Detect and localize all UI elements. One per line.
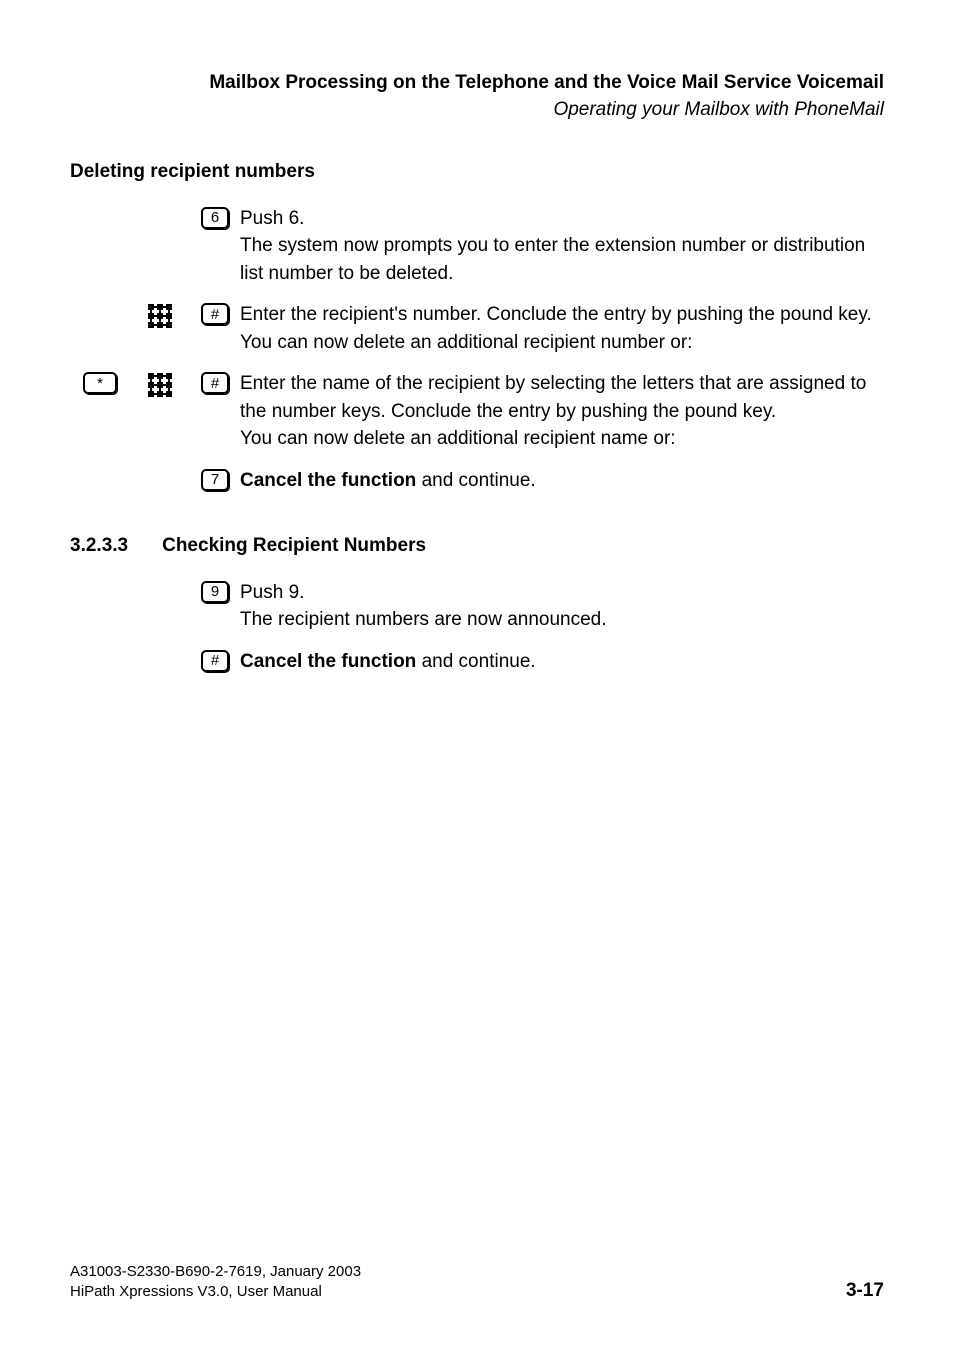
instruction-row: # Enter the recipient's number. Conclude…: [70, 301, 884, 356]
keycap-pound: #: [201, 303, 229, 325]
instruction-row: 7 Cancel the function and continue.: [70, 467, 884, 495]
footer-line1: A31003-S2330-B690-2-7619, January 2003: [70, 1262, 361, 1282]
col-mid: [130, 301, 190, 334]
body-text: The recipient numbers are now announced.: [240, 609, 607, 630]
tail-text: You can now delete an additional recipie…: [240, 428, 676, 449]
keycap-pound: #: [201, 650, 229, 672]
lead-text: Push 9.: [240, 582, 304, 603]
keycap-6: 6: [201, 207, 229, 229]
keycap-7: 7: [201, 469, 229, 491]
header-title: Mailbox Processing on the Telephone and …: [70, 70, 884, 97]
col-mid: [130, 205, 190, 207]
keycap-9: 9: [201, 581, 229, 603]
instruction-row: # Cancel the function and continue.: [70, 648, 884, 676]
after-text: and continue.: [416, 651, 535, 672]
col-left: [70, 467, 130, 469]
keypad-icon: [147, 372, 173, 403]
page: Mailbox Processing on the Telephone and …: [0, 0, 954, 1352]
footer-line2: HiPath Xpressions V3.0, User Manual: [70, 1282, 361, 1302]
page-footer: A31003-S2330-B690-2-7619, January 2003 H…: [70, 1262, 884, 1303]
instruction-row: 9 Push 9. The recipient numbers are now …: [70, 579, 884, 634]
page-number: 3-17: [846, 1280, 884, 1302]
instruction-text: Cancel the function and continue.: [240, 467, 884, 495]
body-text: Enter the name of the recipient by selec…: [240, 373, 866, 422]
col-left: [70, 301, 130, 303]
col-mid: [130, 467, 190, 469]
lead-text: Push 6.: [240, 208, 304, 229]
col-key: 9: [190, 579, 240, 603]
body-text: Enter the recipient's number. Conclude t…: [240, 304, 872, 325]
instruction-row: 6 Push 6. The system now prompts you to …: [70, 205, 884, 288]
bold-text: Cancel the function: [240, 470, 416, 491]
after-text: and continue.: [416, 470, 535, 491]
keycap-star: *: [83, 372, 117, 394]
col-key: 7: [190, 467, 240, 491]
col-key: #: [190, 370, 240, 394]
subsection-title: Checking Recipient Numbers: [162, 535, 426, 557]
bold-text: Cancel the function: [240, 651, 416, 672]
keypad-icon: [147, 303, 173, 334]
keycap-pound: #: [201, 372, 229, 394]
subsection-number: 3.2.3.3: [70, 535, 128, 557]
header-subtitle: Operating your Mailbox with PhoneMail: [70, 99, 884, 121]
col-key: #: [190, 648, 240, 672]
instruction-text: Push 6. The system now prompts you to en…: [240, 205, 884, 288]
page-header: Mailbox Processing on the Telephone and …: [70, 70, 884, 121]
col-mid: [130, 579, 190, 581]
instruction-text: Cancel the function and continue.: [240, 648, 884, 676]
col-mid: [130, 648, 190, 650]
footer-left: A31003-S2330-B690-2-7619, January 2003 H…: [70, 1262, 361, 1303]
instruction-row: * # Enter the name of the recipient by s…: [70, 370, 884, 453]
instruction-text: Enter the recipient's number. Conclude t…: [240, 301, 884, 356]
subsection-heading: 3.2.3.3 Checking Recipient Numbers: [70, 535, 884, 557]
col-key: #: [190, 301, 240, 325]
col-key: 6: [190, 205, 240, 229]
body-text: The system now prompts you to enter the …: [240, 235, 865, 284]
instruction-text: Push 9. The recipient numbers are now an…: [240, 579, 884, 634]
instruction-text: Enter the name of the recipient by selec…: [240, 370, 884, 453]
section-heading: Deleting recipient numbers: [70, 161, 884, 183]
tail-text: You can now delete an additional recipie…: [240, 332, 692, 353]
col-left: [70, 648, 130, 650]
col-mid: [130, 370, 190, 403]
col-left: [70, 579, 130, 581]
col-left: [70, 205, 130, 207]
col-left: *: [70, 370, 130, 394]
